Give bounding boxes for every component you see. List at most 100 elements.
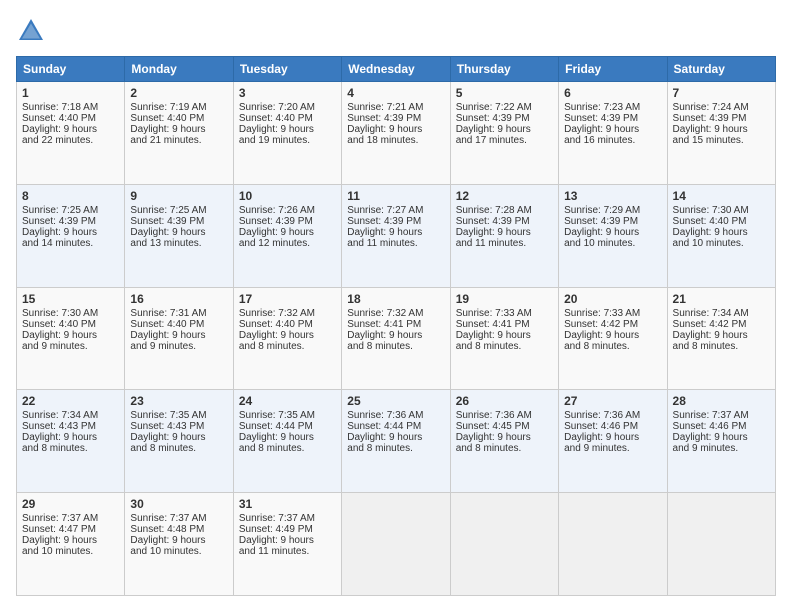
day-number: 22: [22, 394, 119, 408]
calendar-cell: 8Sunrise: 7:25 AMSunset: 4:39 PMDaylight…: [17, 184, 125, 287]
cell-line: Daylight: 9 hours: [347, 124, 444, 135]
calendar-cell: 31Sunrise: 7:37 AMSunset: 4:49 PMDayligh…: [233, 493, 341, 596]
cell-line: Sunrise: 7:34 AM: [22, 410, 119, 421]
calendar-table: SundayMondayTuesdayWednesdayThursdayFrid…: [16, 56, 776, 596]
calendar-cell: 23Sunrise: 7:35 AMSunset: 4:43 PMDayligh…: [125, 390, 233, 493]
day-number: 18: [347, 292, 444, 306]
day-number: 26: [456, 394, 553, 408]
calendar-cell: 29Sunrise: 7:37 AMSunset: 4:47 PMDayligh…: [17, 493, 125, 596]
calendar-cell: 21Sunrise: 7:34 AMSunset: 4:42 PMDayligh…: [667, 287, 775, 390]
calendar-cell: 1Sunrise: 7:18 AMSunset: 4:40 PMDaylight…: [17, 82, 125, 185]
header-row: SundayMondayTuesdayWednesdayThursdayFrid…: [17, 57, 776, 82]
cell-line: Sunrise: 7:30 AM: [673, 205, 770, 216]
cell-line: Sunset: 4:39 PM: [456, 113, 553, 124]
cell-line: Sunset: 4:49 PM: [239, 524, 336, 535]
cell-line: and 8 minutes.: [130, 443, 227, 454]
cell-line: Sunset: 4:46 PM: [673, 421, 770, 432]
day-number: 25: [347, 394, 444, 408]
cell-line: Sunrise: 7:32 AM: [347, 308, 444, 319]
cell-line: Sunrise: 7:19 AM: [130, 102, 227, 113]
cell-line: and 21 minutes.: [130, 135, 227, 146]
cell-line: Sunrise: 7:37 AM: [239, 513, 336, 524]
calendar-row: 15Sunrise: 7:30 AMSunset: 4:40 PMDayligh…: [17, 287, 776, 390]
cell-line: Daylight: 9 hours: [456, 124, 553, 135]
cell-line: Daylight: 9 hours: [347, 432, 444, 443]
cell-line: Sunset: 4:43 PM: [130, 421, 227, 432]
cell-line: and 9 minutes.: [564, 443, 661, 454]
cell-line: Sunrise: 7:36 AM: [564, 410, 661, 421]
cell-line: Sunset: 4:39 PM: [456, 216, 553, 227]
cell-line: Daylight: 9 hours: [130, 330, 227, 341]
cell-line: Sunset: 4:39 PM: [347, 113, 444, 124]
calendar-cell: 15Sunrise: 7:30 AMSunset: 4:40 PMDayligh…: [17, 287, 125, 390]
cell-line: Sunset: 4:44 PM: [347, 421, 444, 432]
cell-line: Sunset: 4:39 PM: [564, 216, 661, 227]
cell-line: Sunrise: 7:26 AM: [239, 205, 336, 216]
cell-line: Sunset: 4:39 PM: [673, 113, 770, 124]
cell-line: Sunrise: 7:25 AM: [130, 205, 227, 216]
cell-line: Sunrise: 7:21 AM: [347, 102, 444, 113]
cell-line: Sunrise: 7:32 AM: [239, 308, 336, 319]
cell-line: and 11 minutes.: [456, 238, 553, 249]
cell-line: Daylight: 9 hours: [673, 227, 770, 238]
day-number: 6: [564, 86, 661, 100]
header-cell-wednesday: Wednesday: [342, 57, 450, 82]
cell-line: Sunset: 4:40 PM: [130, 113, 227, 124]
cell-line: Sunset: 4:47 PM: [22, 524, 119, 535]
day-number: 15: [22, 292, 119, 306]
cell-line: and 16 minutes.: [564, 135, 661, 146]
day-number: 9: [130, 189, 227, 203]
day-number: 20: [564, 292, 661, 306]
calendar-cell: 14Sunrise: 7:30 AMSunset: 4:40 PMDayligh…: [667, 184, 775, 287]
cell-line: Sunset: 4:39 PM: [239, 216, 336, 227]
cell-line: Sunrise: 7:36 AM: [456, 410, 553, 421]
cell-line: and 13 minutes.: [130, 238, 227, 249]
calendar-row: 1Sunrise: 7:18 AMSunset: 4:40 PMDaylight…: [17, 82, 776, 185]
header-cell-sunday: Sunday: [17, 57, 125, 82]
cell-line: Daylight: 9 hours: [239, 535, 336, 546]
calendar-cell: 6Sunrise: 7:23 AMSunset: 4:39 PMDaylight…: [559, 82, 667, 185]
cell-line: and 9 minutes.: [673, 443, 770, 454]
day-number: 11: [347, 189, 444, 203]
calendar-body: 1Sunrise: 7:18 AMSunset: 4:40 PMDaylight…: [17, 82, 776, 596]
day-number: 12: [456, 189, 553, 203]
header-cell-monday: Monday: [125, 57, 233, 82]
cell-line: and 17 minutes.: [456, 135, 553, 146]
calendar-cell: 30Sunrise: 7:37 AMSunset: 4:48 PMDayligh…: [125, 493, 233, 596]
cell-line: Sunrise: 7:37 AM: [130, 513, 227, 524]
calendar-cell: [667, 493, 775, 596]
day-number: 30: [130, 497, 227, 511]
cell-line: Daylight: 9 hours: [347, 227, 444, 238]
day-number: 29: [22, 497, 119, 511]
cell-line: and 19 minutes.: [239, 135, 336, 146]
calendar-cell: 3Sunrise: 7:20 AMSunset: 4:40 PMDaylight…: [233, 82, 341, 185]
day-number: 28: [673, 394, 770, 408]
cell-line: Daylight: 9 hours: [673, 124, 770, 135]
calendar-cell: [450, 493, 558, 596]
cell-line: Sunset: 4:39 PM: [347, 216, 444, 227]
day-number: 4: [347, 86, 444, 100]
cell-line: Sunset: 4:39 PM: [564, 113, 661, 124]
cell-line: Sunrise: 7:36 AM: [347, 410, 444, 421]
day-number: 8: [22, 189, 119, 203]
cell-line: Sunrise: 7:35 AM: [239, 410, 336, 421]
calendar-cell: 10Sunrise: 7:26 AMSunset: 4:39 PMDayligh…: [233, 184, 341, 287]
day-number: 21: [673, 292, 770, 306]
cell-line: and 11 minutes.: [239, 546, 336, 557]
cell-line: and 10 minutes.: [564, 238, 661, 249]
page: SundayMondayTuesdayWednesdayThursdayFrid…: [0, 0, 792, 612]
calendar-cell: 4 Sunrise: 7:21 AMSunset: 4:39 PMDaylight…: [342, 82, 450, 185]
calendar-cell: 17Sunrise: 7:32 AMSunset: 4:40 PMDayligh…: [233, 287, 341, 390]
calendar-cell: 18Sunrise: 7:32 AMSunset: 4:41 PMDayligh…: [342, 287, 450, 390]
cell-line: Daylight: 9 hours: [22, 124, 119, 135]
day-number: 19: [456, 292, 553, 306]
cell-line: and 15 minutes.: [673, 135, 770, 146]
cell-line: Daylight: 9 hours: [22, 330, 119, 341]
cell-line: Sunset: 4:46 PM: [564, 421, 661, 432]
day-number: 2: [130, 86, 227, 100]
calendar-cell: [559, 493, 667, 596]
logo: [16, 16, 50, 46]
cell-line: and 22 minutes.: [22, 135, 119, 146]
calendar-cell: 5Sunrise: 7:22 AMSunset: 4:39 PMDaylight…: [450, 82, 558, 185]
calendar-cell: 19Sunrise: 7:33 AMSunset: 4:41 PMDayligh…: [450, 287, 558, 390]
